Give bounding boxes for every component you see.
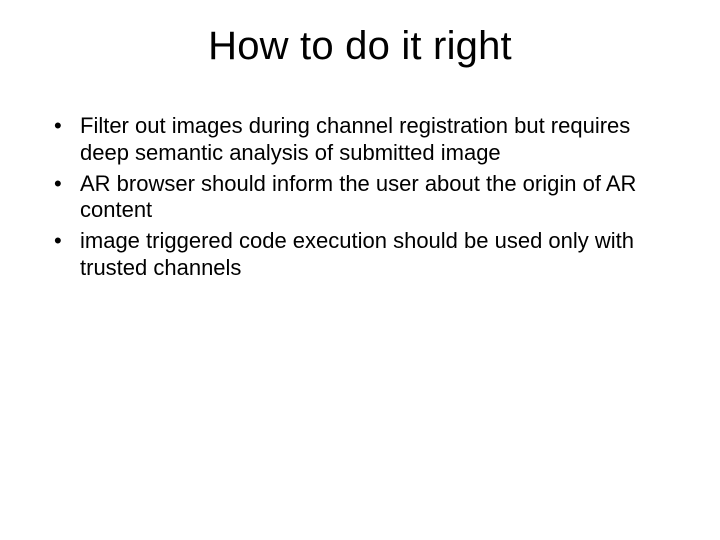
slide-title: How to do it right — [0, 0, 720, 69]
bullet-list: Filter out images during channel registr… — [52, 113, 668, 282]
list-item: AR browser should inform the user about … — [52, 171, 668, 225]
list-item: Filter out images during channel registr… — [52, 113, 668, 167]
list-item: image triggered code execution should be… — [52, 228, 668, 282]
slide-body: Filter out images during channel registr… — [0, 69, 720, 282]
slide: How to do it right Filter out images dur… — [0, 0, 720, 540]
